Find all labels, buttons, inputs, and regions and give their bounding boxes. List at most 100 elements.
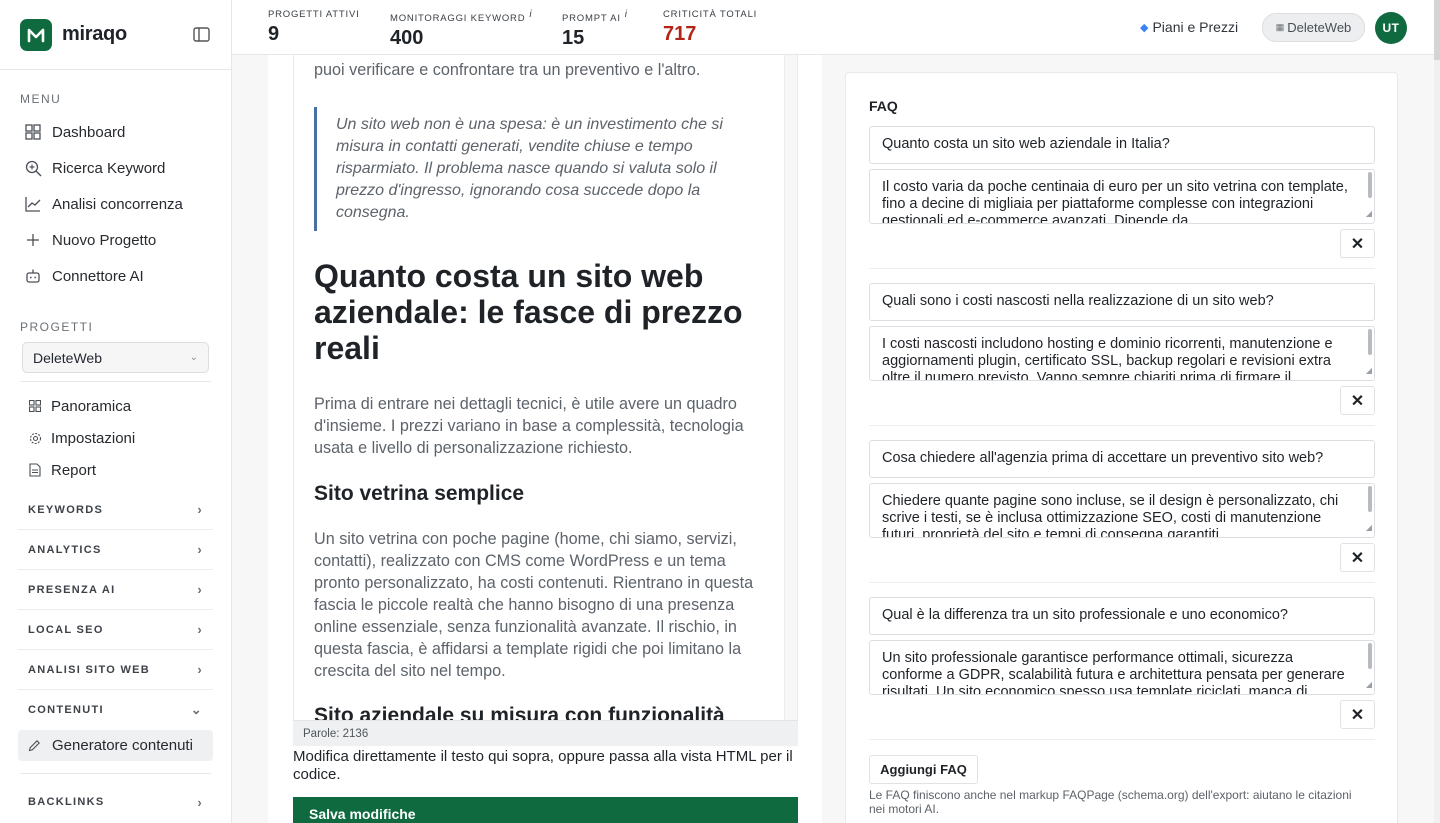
grid-icon	[24, 123, 42, 141]
info-icon[interactable]: i	[529, 9, 532, 20]
sidebar-item-label: Nuovo Progetto	[52, 231, 157, 249]
content-editor: puoi verificare e confrontare tra un pre…	[268, 55, 822, 823]
textarea-scrollbar[interactable]	[1368, 172, 1372, 198]
textarea-scrollbar[interactable]	[1368, 486, 1372, 512]
chevron-right-icon: ›	[197, 662, 203, 677]
plus-icon	[24, 231, 42, 249]
sidebar-item-label: Impostazioni	[51, 429, 136, 447]
group-label: ANALYTICS	[28, 543, 102, 556]
close-icon: ✕	[1350, 235, 1365, 253]
gear-icon	[28, 431, 42, 445]
resize-grip-icon[interactable]: ◢	[1366, 676, 1372, 693]
stat-label-text: PROMPT AI	[562, 13, 621, 25]
stat-label: PROMPT AI i	[562, 9, 628, 24]
page-scrollbar-thumb[interactable]	[1434, 0, 1440, 60]
sidebar-item-report[interactable]: Report	[0, 454, 231, 486]
divider	[869, 582, 1375, 583]
stat-value: 15	[562, 27, 585, 50]
sidebar-group-keywords[interactable]: KEYWORDS ›	[18, 490, 213, 530]
chevron-down-icon: ⌄	[190, 702, 203, 717]
remove-faq-button[interactable]: ✕	[1340, 543, 1375, 572]
sidebar-item-label: Dashboard	[52, 123, 126, 141]
chevron-down-icon: ⌄	[189, 352, 198, 363]
sidebar-item-ricerca-keyword[interactable]: Ricerca Keyword	[0, 150, 231, 186]
sidebar-item-analisi-concorrenza[interactable]: Analisi concorrenza	[0, 186, 231, 222]
building-icon: ▦	[1275, 22, 1285, 32]
stat-progetti-attivi: PROGETTI ATTIVI 9	[268, 9, 360, 46]
sidebar-group-contenuti[interactable]: CONTENUTI ⌄	[18, 690, 213, 730]
faq-answer-textarea[interactable]: Chiedere quante pagine sono incluse, se …	[869, 483, 1375, 538]
sidebar-group-presenza-ai[interactable]: PRESENZA AI ›	[18, 570, 213, 610]
faq-answer-textarea[interactable]: Il costo varia da poche centinaia di eur…	[869, 169, 1375, 224]
sidebar-item-panoramica[interactable]: Panoramica	[0, 390, 231, 422]
faq-answer-text: Il costo varia da poche centinaia di eur…	[882, 179, 1348, 224]
brand-header: miraqo	[0, 0, 231, 70]
heading-h1: Quanto costa un sito web aziendale: le f…	[314, 258, 743, 366]
faq-question-input[interactable]: Quali sono i costi nascosti nella realiz…	[869, 283, 1375, 321]
divider	[20, 773, 211, 774]
textarea-scrollbar[interactable]	[1368, 643, 1372, 669]
sidebar-group-analisi-sito-web[interactable]: ANALISI SITO WEB ›	[18, 650, 213, 690]
remove-faq-button[interactable]: ✕	[1340, 229, 1375, 258]
sidebar-group-local-seo[interactable]: LOCAL SEO ›	[18, 610, 213, 650]
sidebar-item-nuovo-progetto[interactable]: Nuovo Progetto	[0, 222, 231, 258]
save-button[interactable]: Salva modifiche	[293, 797, 798, 823]
chevron-right-icon: ›	[197, 622, 203, 637]
page-scrollbar[interactable]	[1434, 0, 1440, 823]
sidebar-toggle-icon[interactable]	[191, 25, 211, 45]
workspace-label: DeleteWeb	[1287, 20, 1352, 35]
topbar: PROGETTI ATTIVI 9 MONITORAGGI KEYWORD i 4…	[232, 0, 1440, 55]
line-chart-icon	[24, 195, 42, 213]
sidebar-item-connettore-ai[interactable]: Connettore AI	[0, 258, 231, 294]
resize-grip-icon[interactable]: ◢	[1366, 205, 1372, 222]
workspace-button[interactable]: ▦ DeleteWeb	[1262, 13, 1365, 42]
group-label: LOCAL SEO	[28, 623, 104, 636]
sidebar-group-backlinks[interactable]: BACKLINKS ›	[18, 782, 213, 822]
sidebar-item-impostazioni[interactable]: Impostazioni	[0, 422, 231, 454]
info-icon[interactable]: i	[625, 9, 628, 20]
resize-grip-icon[interactable]: ◢	[1366, 519, 1372, 536]
document-icon	[28, 463, 42, 477]
stat-prompt-ai: PROMPT AI i 15	[562, 9, 628, 50]
editor-scrollbar[interactable]	[784, 55, 797, 720]
stat-monitoraggi-keyword: MONITORAGGI KEYWORD i 400	[390, 9, 532, 50]
faq-answer-textarea[interactable]: I costi nascosti includono hosting e dom…	[869, 326, 1375, 381]
close-icon: ✕	[1350, 706, 1365, 724]
plans-link[interactable]: ◆ Piani e Prezzi	[1140, 19, 1238, 35]
remove-faq-button[interactable]: ✕	[1340, 386, 1375, 415]
faq-answer-text: Un sito professionale garantisce perform…	[882, 650, 1345, 695]
textarea-scrollbar[interactable]	[1368, 329, 1372, 355]
sidebar-item-dashboard[interactable]: Dashboard	[0, 114, 231, 150]
stat-criticita-totali: CRITICITÀ TOTALI 717	[663, 9, 757, 46]
close-icon: ✕	[1350, 392, 1365, 410]
heading-h2: Sito vetrina semplice	[314, 482, 525, 505]
project-select[interactable]: DeleteWeb ⌄	[22, 342, 209, 373]
projects-section-title: PROGETTI	[20, 320, 94, 334]
faq-title: FAQ	[869, 98, 898, 114]
faq-answer-text: I costi nascosti includono hosting e dom…	[882, 336, 1333, 381]
faq-question-input[interactable]: Cosa chiedere all'agenzia prima di accet…	[869, 440, 1375, 478]
faq-question-input[interactable]: Qual è la differenza tra un sito profess…	[869, 597, 1375, 635]
faq-answer-textarea[interactable]: Un sito professionale garantisce perform…	[869, 640, 1375, 695]
resize-grip-icon[interactable]: ◢	[1366, 362, 1372, 379]
brand-logo-icon[interactable]	[20, 18, 52, 51]
sidebar-item-label: Panoramica	[51, 397, 132, 415]
sidebar-item-generatore-contenuti[interactable]: Generatore contenuti	[18, 730, 213, 761]
avatar[interactable]: UT	[1375, 12, 1407, 44]
sidebar-group-analytics[interactable]: ANALYTICS ›	[18, 530, 213, 570]
add-faq-button[interactable]: Aggiungi FAQ	[869, 755, 978, 784]
divider	[869, 739, 1375, 740]
diamond-icon: ◆	[1140, 21, 1149, 34]
rich-text-editor[interactable]: puoi verificare e confrontare tra un pre…	[293, 55, 798, 720]
stat-value: 717	[663, 23, 697, 45]
pencil-icon	[28, 739, 42, 753]
group-label: KEYWORDS	[28, 503, 104, 516]
paragraph: Un sito vetrina con poche pagine (home, …	[314, 530, 754, 680]
paragraph: Prima di entrare nei dettagli tecnici, è…	[314, 395, 744, 457]
stat-label-text: MONITORAGGI KEYWORD	[390, 13, 526, 25]
faq-question-input[interactable]: Quanto costa un sito web aziendale in It…	[869, 126, 1375, 164]
plans-label: Piani e Prezzi	[1152, 19, 1239, 35]
remove-faq-button[interactable]: ✕	[1340, 700, 1375, 729]
stat-label: MONITORAGGI KEYWORD i	[390, 9, 532, 24]
faq-answer-text: Chiedere quante pagine sono incluse, se …	[882, 493, 1339, 538]
